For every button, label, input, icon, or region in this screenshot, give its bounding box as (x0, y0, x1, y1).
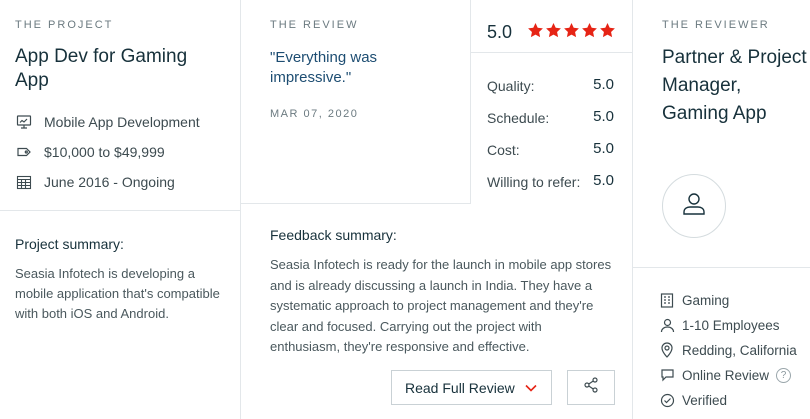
project-summary-label: Project summary: (15, 236, 124, 252)
reviewer-eyebrow: THE REVIEWER (662, 19, 770, 31)
share-button[interactable] (567, 370, 615, 405)
calendar-icon (15, 173, 33, 191)
star-icon (528, 23, 543, 38)
help-icon[interactable]: ? (776, 367, 792, 383)
reviewer-name: Partner & Project Manager, Gaming App (662, 47, 807, 124)
project-header: THE PROJECT App Dev for Gaming App Mobil… (0, 0, 240, 211)
score-cost: Cost: 5.0 (487, 140, 617, 160)
score-label: Quality: (487, 78, 535, 94)
reviewer-industry: Gaming (659, 290, 729, 310)
reviewer-company-size: 1-10 Employees (659, 315, 780, 335)
project-eyebrow: THE PROJECT (15, 19, 114, 31)
score-quality: Quality: 5.0 (487, 76, 617, 96)
project-summary-text: Seasia Infotech is developing a mobile a… (15, 266, 220, 321)
reviewer-location: Redding, California (659, 340, 797, 360)
score-willing-to-refer: Willing to refer: 5.0 (487, 172, 617, 192)
overall-score: 5.0 (487, 22, 513, 42)
review-quote: "Everything was impressive." (270, 49, 378, 86)
industry-text: Gaming (682, 292, 730, 308)
service-line: Mobile App Development (15, 112, 200, 132)
score-label: Cost: (487, 142, 520, 158)
score-label: Willing to refer: (487, 174, 581, 190)
location-text: Redding, California (682, 342, 797, 358)
share-icon (582, 376, 600, 399)
star-rating (527, 22, 616, 39)
review-date: MAR 07, 2020 (270, 108, 359, 120)
feedback-text: Seasia Infotech is ready for the launch … (270, 257, 612, 354)
user-icon (679, 189, 709, 224)
person-icon (659, 317, 675, 333)
review-header: THE REVIEW "Everything was impressive." … (241, 0, 470, 204)
budget-line: $10,000 to $49,999 (15, 142, 165, 162)
project-title: App Dev for Gaming App (15, 46, 188, 91)
review-eyebrow: THE REVIEW (270, 19, 359, 31)
chat-bubble-icon (659, 367, 675, 383)
read-full-review-button[interactable]: Read Full Review (391, 370, 552, 405)
timeline-line: June 2016 - Ongoing (15, 172, 175, 192)
review-column: THE REVIEW "Everything was impressive." … (241, 0, 633, 419)
review-source-text: Online Review (682, 367, 770, 383)
feedback-label: Feedback summary: (270, 227, 397, 243)
building-icon (659, 292, 675, 308)
ratings-panel: 5.0 Quality: 5.0 Schedule: 5.0 Cost: 5.0… (470, 0, 633, 204)
star-icon (600, 23, 615, 38)
star-icon (564, 23, 579, 38)
project-column: THE PROJECT App Dev for Gaming App Mobil… (0, 0, 241, 419)
avatar (662, 174, 726, 238)
star-icon (582, 23, 597, 38)
reviewer-verified: Verified (659, 390, 727, 410)
service-text: Mobile App Development (44, 114, 200, 130)
reviewer-header: THE REVIEWER Partner & Project Manager, … (633, 0, 810, 268)
score-value: 5.0 (593, 108, 614, 125)
budget-text: $10,000 to $49,999 (44, 144, 165, 160)
check-circle-icon (659, 392, 675, 408)
price-tag-icon (15, 143, 33, 161)
score-value: 5.0 (593, 76, 614, 93)
read-full-review-label: Read Full Review (405, 379, 515, 396)
monitor-icon (15, 113, 33, 131)
company-size-text: 1-10 Employees (682, 317, 780, 333)
score-label: Schedule: (487, 110, 550, 126)
reviewer-review-source: Online Review ? (659, 365, 792, 385)
chevron-down-icon (524, 381, 538, 398)
location-pin-icon (659, 342, 675, 358)
score-value: 5.0 (593, 140, 614, 157)
reviewer-column: THE REVIEWER Partner & Project Manager, … (633, 0, 810, 419)
verified-text: Verified (682, 392, 728, 408)
timeline-text: June 2016 - Ongoing (44, 174, 175, 190)
score-schedule: Schedule: 5.0 (487, 108, 617, 128)
score-value: 5.0 (593, 172, 614, 189)
star-icon (546, 23, 561, 38)
overall-rating: 5.0 (471, 0, 633, 53)
